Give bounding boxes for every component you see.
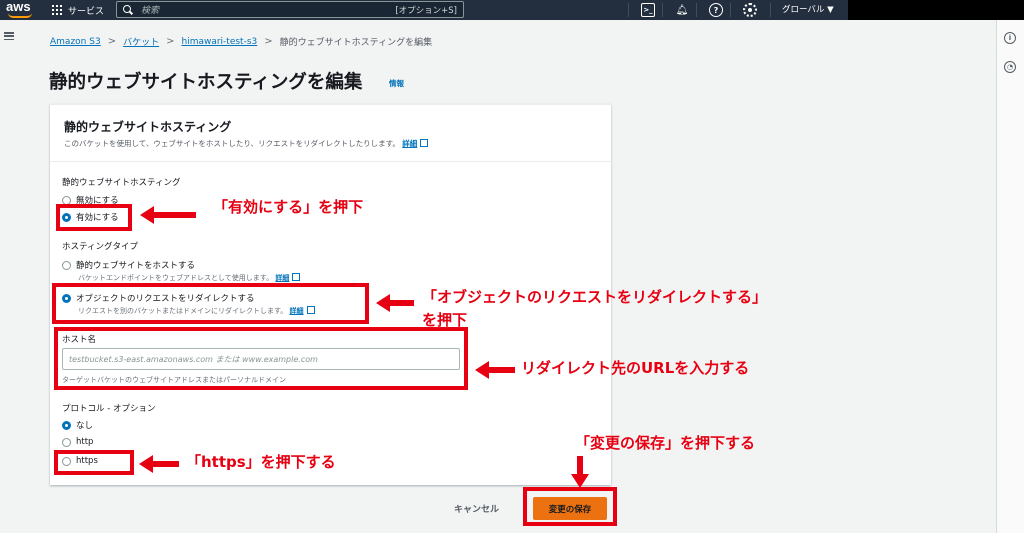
highlight-https [54,450,134,475]
chevron-right-icon: > [264,36,273,47]
host-static-site-desc: バケットエンドポイントをウェブアドレスとして使用します。 詳細 [78,273,301,283]
highlight-enable [56,204,132,231]
annotation-redirect-line2: を押下 [422,311,468,329]
arrow-left-icon [376,294,414,312]
help-icon[interactable]: ? [709,3,723,17]
search-icon [123,4,133,15]
aws-logo[interactable]: aws [6,0,38,19]
breadcrumb-amazon-s3[interactable]: Amazon S3 [50,37,101,47]
hosting-type-label: ホスティングタイプ [62,242,138,252]
radio-dot [62,437,71,447]
page-title: 静的ウェブサイトホスティングを編集 [49,72,363,93]
arrow-left-icon [475,361,515,379]
host-static-site-desc-text: バケットエンドポイントをウェブアドレスとして使用します。 [78,274,274,282]
radio-dot-selected [62,420,71,430]
bell-icon[interactable]: 🔔︎ [675,3,689,17]
breadcrumb-bucket-name[interactable]: himawari-test-s3 [181,37,257,47]
nav-divider [696,3,697,17]
arrow-left-icon [139,455,179,473]
gear-icon[interactable] [743,3,757,17]
panel-description: このバケットを使用して、ウェブサイトをホストしたり、リクエストをリダイレクトした… [64,138,429,149]
annotation-https: 「https」を押下する [186,453,336,471]
top-nav: aws サービス 検索 [オプション+S] >_ 🔔︎ ? グローバル ▼ [0,0,1024,20]
radio-protocol-http[interactable]: http [62,437,93,447]
highlight-redirect [52,283,369,324]
external-link-icon [292,273,301,281]
details-link[interactable]: 詳細 [275,273,301,282]
annotation-redirect-line1: 「オブジェクトのリクエストをリダイレクトする」 [422,288,768,306]
panel-header: 静的ウェブサイトホスティング このバケットを使用して、ウェブサイトをホストしたり… [50,105,611,162]
menu-icon[interactable] [4,32,14,40]
radio-protocol-none-label: なし [76,421,94,431]
panel-title: 静的ウェブサイトホスティング [64,120,232,134]
grid-icon [52,5,62,15]
right-rail [996,20,1024,533]
breadcrumb-current: 静的ウェブサイトホスティングを編集 [279,38,433,48]
protocol-label: プロトコル - オプション [62,404,156,414]
nav-divider [730,3,731,17]
account-menu-redacted[interactable] [848,0,1024,20]
annotation-enable: 「有効にする」を押下 [213,198,364,216]
nav-divider [628,3,629,17]
annotation-url: リダイレクト先のURLを入力する [521,359,750,377]
details-link-text: 詳細 [275,274,290,282]
hosting-label: 静的ウェブサイトホスティング [62,178,181,188]
info-link[interactable]: 情報 [389,78,404,89]
highlight-host-name [54,327,468,390]
radio-host-static-site[interactable]: 静的ウェブサイトをホストする [62,259,195,271]
highlight-save [523,487,617,526]
radio-host-static-site-label: 静的ウェブサイトをホストする [76,261,196,271]
cancel-button[interactable]: キャンセル [454,499,499,517]
radio-dot [62,260,71,270]
chevron-right-icon: > [107,36,117,47]
breadcrumb-buckets[interactable]: バケット [123,35,159,48]
details-link-text: 詳細 [402,139,418,148]
nav-divider [662,3,663,17]
details-link[interactable]: 詳細 [402,139,429,148]
annotation-save: 「変更の保存」を押下する [575,434,756,452]
cloudshell-icon[interactable]: >_ [641,3,655,17]
services-label: サービス [68,6,105,17]
panel-description-text: このバケットを使用して、ウェブサイトをホストしたり、リクエストをリダイレクトした… [64,139,400,148]
radio-protocol-http-label: http [76,437,94,447]
search-input[interactable]: 検索 [オプション+S] [116,1,464,18]
region-selector[interactable]: グローバル ▼ [782,0,834,20]
search-placeholder: 検索 [141,6,160,16]
arrow-down-icon [571,456,589,488]
clock-icon[interactable]: ◔ [1004,61,1016,73]
external-link-icon [420,139,429,147]
info-icon[interactable]: i [1004,32,1016,44]
radio-protocol-none[interactable]: なし [62,419,93,431]
aws-logo-text: aws [6,0,31,14]
aws-smile-icon [8,13,32,18]
breadcrumb: Amazon S3 > バケット > himawari-test-s3 > 静的… [50,35,432,48]
arrow-left-icon [140,206,196,224]
chevron-right-icon: > [166,36,175,47]
search-shortcut: [オプション+S] [395,5,457,16]
services-menu[interactable]: サービス [52,0,104,20]
nav-divider [770,3,771,17]
